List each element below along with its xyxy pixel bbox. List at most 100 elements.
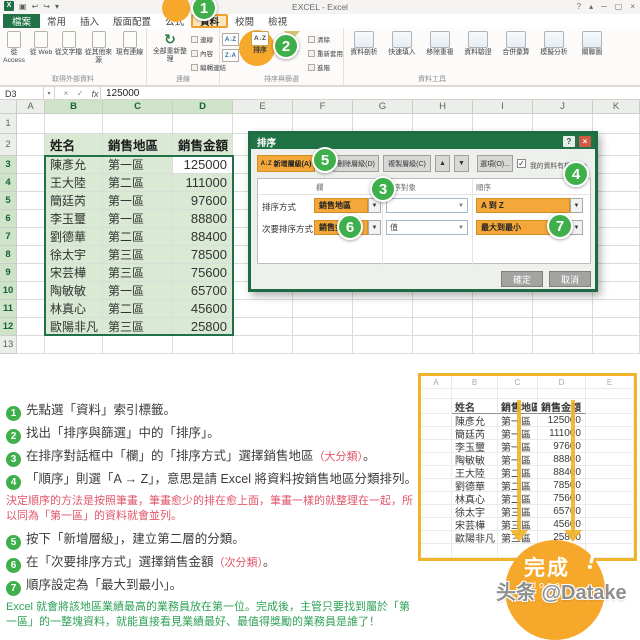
cell-H11[interactable] — [413, 300, 473, 318]
cell-D5[interactable]: 97600 — [173, 192, 233, 210]
cell-C4[interactable]: 第二區 — [103, 174, 173, 192]
close-icon[interactable]: × — [630, 2, 635, 11]
row-header-8[interactable]: 8 — [0, 246, 17, 264]
cell-C12[interactable]: 第三區 — [103, 318, 173, 336]
cell-J13[interactable] — [533, 336, 593, 354]
cell-A2[interactable] — [17, 134, 45, 156]
cell-D12[interactable]: 25800 — [173, 318, 233, 336]
cell-C5[interactable]: 第一區 — [103, 192, 173, 210]
cell-D4[interactable]: 111000 — [173, 174, 233, 192]
add-level-button[interactable]: A↓Z 新增層級(A) — [257, 155, 315, 172]
cell-D13[interactable] — [173, 336, 233, 354]
reapply-button[interactable]: 重新套用 — [308, 48, 343, 58]
cell-A7[interactable] — [17, 228, 45, 246]
redo-icon[interactable]: ↪ — [43, 2, 50, 11]
column-header-I[interactable]: I — [473, 100, 533, 114]
cell-C13[interactable] — [103, 336, 173, 354]
cell-K12[interactable] — [593, 318, 640, 336]
row-header-13[interactable]: 13 — [0, 336, 17, 354]
help-icon[interactable]: ? — [577, 2, 581, 11]
cell-B6[interactable]: 李玉璽 — [45, 210, 103, 228]
sort-on-dropdown[interactable]: ▼ — [386, 198, 468, 213]
cell-C8[interactable]: 第三區 — [103, 246, 173, 264]
row-header-1[interactable]: 1 — [0, 114, 17, 134]
cell-K2[interactable] — [593, 134, 640, 156]
row-header-6[interactable]: 6 — [0, 210, 17, 228]
advanced-button[interactable]: 進階 — [308, 62, 330, 72]
cell-B10[interactable]: 陶敏敏 — [45, 282, 103, 300]
column-header-F[interactable]: F — [293, 100, 353, 114]
cell-D1[interactable] — [173, 114, 233, 134]
cell-C11[interactable]: 第二區 — [103, 300, 173, 318]
row-header-4[interactable]: 4 — [0, 174, 17, 192]
sort-descending-icon[interactable]: Z↓A — [222, 49, 239, 62]
edit-links-button[interactable]: 編輯連結 — [191, 62, 226, 72]
column-header-C[interactable]: C — [103, 100, 173, 114]
tab-home[interactable]: 常用 — [40, 14, 73, 28]
cell-B2[interactable]: 姓名 — [45, 134, 103, 156]
name-box-dropdown-icon[interactable]: ▾ — [44, 87, 55, 100]
row-header-9[interactable]: 9 — [0, 264, 17, 282]
delete-level-button[interactable]: 刪除層級(D) — [333, 155, 379, 172]
clear-button[interactable]: 清除 — [308, 34, 330, 44]
undo-icon[interactable]: ↩ — [32, 2, 39, 11]
cell-C3[interactable]: 第一區 — [103, 156, 173, 174]
row-header-11[interactable]: 11 — [0, 300, 17, 318]
my-data-has-headers-checkbox[interactable]: ✓ — [517, 159, 526, 168]
ribbon-options-icon[interactable]: ▴ — [589, 2, 593, 11]
cell-I11[interactable] — [473, 300, 533, 318]
cell-E13[interactable] — [233, 336, 293, 354]
cell-C7[interactable]: 第二區 — [103, 228, 173, 246]
copy-level-button[interactable]: 複製層級(C) — [383, 155, 431, 172]
cell-K6[interactable] — [593, 210, 640, 228]
cell-A10[interactable] — [17, 282, 45, 300]
column-header-H[interactable]: H — [413, 100, 473, 114]
cell-K4[interactable] — [593, 174, 640, 192]
options-button[interactable]: 選項(O)... — [477, 155, 513, 172]
tab-view[interactable]: 檢視 — [261, 14, 294, 28]
cell-G12[interactable] — [353, 318, 413, 336]
text-to-columns-button[interactable]: 資料剖析 — [346, 31, 382, 57]
cell-K3[interactable] — [593, 156, 640, 174]
cell-J11[interactable] — [533, 300, 593, 318]
cell-I13[interactable] — [473, 336, 533, 354]
cell-K7[interactable] — [593, 228, 640, 246]
cell-D8[interactable]: 78500 — [173, 246, 233, 264]
tab-page-layout[interactable]: 版面配置 — [106, 14, 158, 28]
dialog-close-icon[interactable]: × — [579, 136, 591, 147]
cancel-entry-icon[interactable]: × — [60, 87, 72, 100]
row-header-2[interactable]: 2 — [0, 134, 17, 156]
cell-E11[interactable] — [233, 300, 293, 318]
cell-D3[interactable]: 125000 — [173, 156, 233, 174]
cell-C10[interactable]: 第一區 — [103, 282, 173, 300]
cell-K1[interactable] — [593, 114, 640, 134]
ok-button[interactable]: 確定 — [501, 271, 543, 287]
flash-fill-button[interactable]: 快速填入 — [384, 31, 420, 57]
cell-B13[interactable] — [45, 336, 103, 354]
cell-C6[interactable]: 第一區 — [103, 210, 173, 228]
cell-B8[interactable]: 徐太宇 — [45, 246, 103, 264]
customize-toolbar-icon[interactable]: ▾ — [55, 2, 59, 11]
sort-ascending-icon[interactable]: A↓Z — [222, 33, 239, 46]
maximize-icon[interactable]: ▢ — [615, 2, 623, 11]
cell-K9[interactable] — [593, 264, 640, 282]
cell-D2[interactable]: 銷售金額 — [173, 134, 233, 156]
cell-B7[interactable]: 劉德華 — [45, 228, 103, 246]
remove-duplicates-button[interactable]: 移除重複 — [422, 31, 458, 57]
cell-H12[interactable] — [413, 318, 473, 336]
cell-K13[interactable] — [593, 336, 640, 354]
cell-A8[interactable] — [17, 246, 45, 264]
row-header-12[interactable]: 12 — [0, 318, 17, 336]
row-header-10[interactable]: 10 — [0, 282, 17, 300]
row-header-5[interactable]: 5 — [0, 192, 17, 210]
consolidate-button[interactable]: 合併彙算 — [498, 31, 534, 57]
cell-F12[interactable] — [293, 318, 353, 336]
sheet-select-all[interactable] — [0, 100, 17, 114]
relationships-button[interactable]: 關聯圖 — [574, 31, 610, 57]
cell-B9[interactable]: 宋芸樺 — [45, 264, 103, 282]
column-header-K[interactable]: K — [593, 100, 640, 114]
from-access-button[interactable]: 從 Access — [0, 31, 28, 65]
cell-A4[interactable] — [17, 174, 45, 192]
enter-entry-icon[interactable]: ✓ — [74, 87, 86, 100]
from-other-sources-button[interactable]: 從其他來源 — [83, 31, 114, 65]
